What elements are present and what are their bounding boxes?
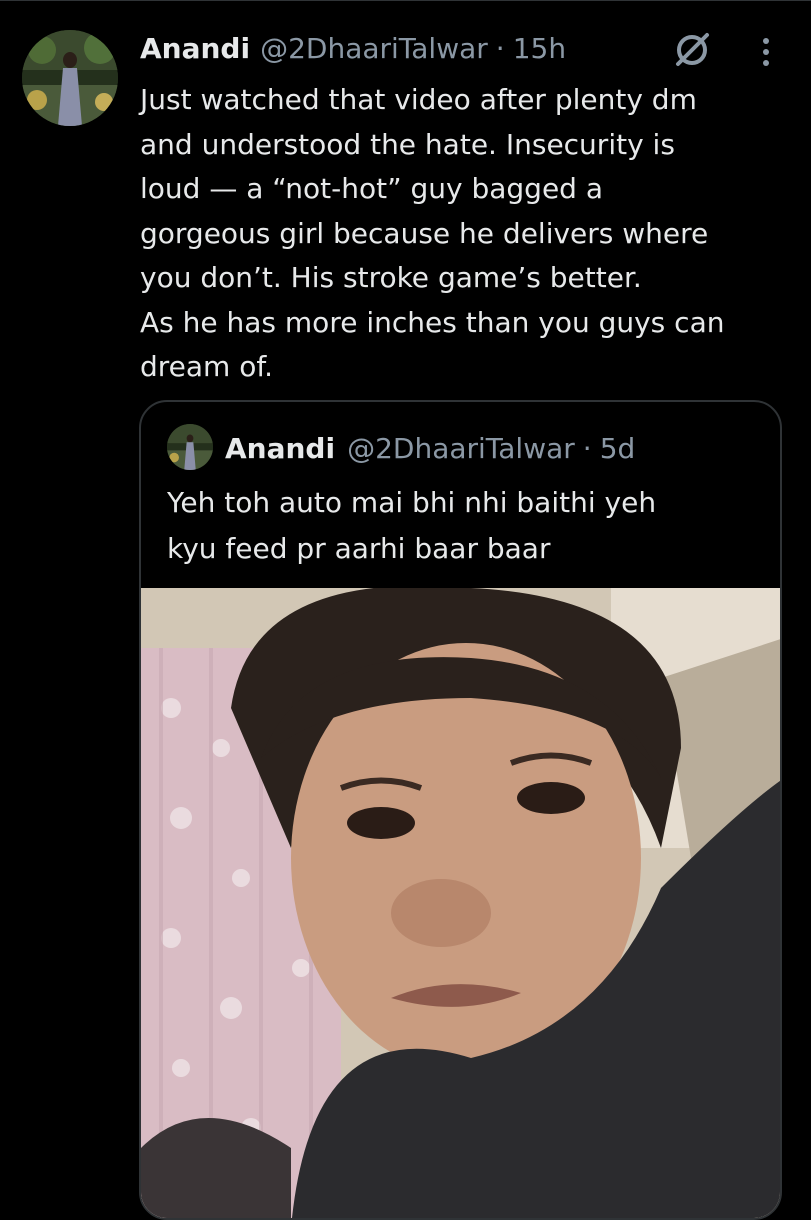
quoted-separator-dot: · [582, 431, 592, 465]
avatar-photo [22, 30, 118, 126]
quoted-tweet-card[interactable]: Anandi @2DhaariTalwar · 5d Yeh toh auto … [139, 400, 782, 1220]
quoted-tweet-text: Yeh toh auto mai bhi nhi baithi yeh kyu … [167, 486, 657, 565]
avatar[interactable] [22, 30, 118, 126]
quoted-author-handle[interactable]: @2DhaariTalwar [347, 432, 575, 465]
timestamp[interactable]: 15h [513, 32, 566, 65]
quoted-avatar[interactable] [167, 424, 213, 470]
tweet-header: Anandi @2DhaariTalwar · 15h [140, 28, 566, 68]
quoted-tweet-header: Anandi @2DhaariTalwar · 5d [225, 428, 635, 468]
top-divider [0, 0, 811, 1]
quoted-author-name[interactable]: Anandi [225, 432, 335, 465]
separator-dot: · [495, 31, 505, 65]
author-name[interactable]: Anandi [140, 32, 250, 65]
more-options-icon[interactable] [752, 34, 780, 70]
tweet-text: Just watched that video after plenty dm … [140, 83, 725, 383]
media-photo [141, 588, 780, 1218]
quoted-timestamp[interactable]: 5d [600, 432, 636, 465]
grok-icon[interactable] [672, 30, 712, 70]
quoted-avatar-photo [167, 424, 213, 470]
author-handle[interactable]: @2DhaariTalwar [260, 32, 488, 65]
quoted-tweet-media[interactable] [141, 588, 780, 1218]
